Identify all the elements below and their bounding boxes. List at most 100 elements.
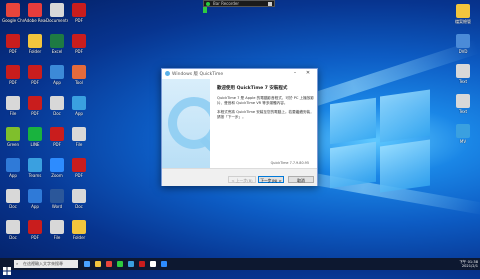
taskbar-app-icon[interactable] (84, 261, 90, 267)
desktop-icon[interactable]: File (46, 220, 68, 240)
file-icon (6, 65, 20, 79)
desktop-icon[interactable]: LINE (24, 127, 46, 147)
taskbar-app-icon[interactable] (139, 261, 145, 267)
taskbar-app-icon[interactable] (106, 261, 112, 267)
desktop-icon[interactable]: 檔案總管 (452, 4, 474, 24)
file-icon (28, 220, 42, 234)
desktop-icon[interactable]: Text (452, 94, 474, 114)
file-icon (50, 220, 64, 234)
desktop-icon[interactable]: MV (452, 124, 474, 144)
desktop-icon[interactable]: File (68, 127, 90, 147)
file-icon (72, 127, 86, 141)
back-button[interactable]: < 上一步(B) (228, 176, 256, 183)
cancel-button[interactable]: 取消 (288, 176, 314, 183)
desktop-icon[interactable]: App (68, 96, 90, 116)
desktop-icon-label: PDF (31, 111, 39, 116)
desktop-icon[interactable]: Documents (46, 3, 68, 23)
desktop-icon[interactable]: PDF (2, 65, 24, 85)
taskbar-app-icon[interactable] (128, 261, 134, 267)
desktop-icon[interactable]: PDF (24, 96, 46, 116)
file-icon (28, 65, 42, 79)
record-icon[interactable] (206, 2, 210, 6)
desktop-icon[interactable]: App (2, 158, 24, 178)
file-icon (456, 124, 470, 138)
desktop-icon[interactable]: File (2, 96, 24, 116)
desktop-icon[interactable]: PDF (68, 34, 90, 54)
file-icon (28, 158, 42, 172)
desktop-icon[interactable]: Tool (68, 65, 90, 85)
desktop-icon[interactable]: Text (452, 64, 474, 84)
desktop-icon[interactable]: PDF (24, 220, 46, 240)
desktop-icon-label: App (31, 204, 39, 209)
desktop-icon[interactable]: Doc (46, 96, 68, 116)
desktop-icon[interactable]: Folder (24, 34, 46, 54)
close-button[interactable]: ✕ (304, 70, 312, 77)
desktop-icon-label: File (53, 235, 61, 240)
desktop-icon[interactable]: Google Chrome (2, 3, 24, 23)
desktop-icon[interactable]: DVD (452, 34, 474, 54)
desktop-icon-label: PDF (9, 49, 17, 54)
minimize-button[interactable]: – (291, 70, 299, 77)
desktop-icon[interactable]: Word (46, 189, 68, 209)
taskbar-app-icon[interactable] (161, 261, 167, 267)
desktop-icon[interactable]: Doc (2, 220, 24, 240)
quicktime-icon (165, 71, 170, 76)
quicktime-installer-dialog: Windows 版 QuickTime – ✕ 歡迎使用 QuickTime 7… (161, 68, 318, 186)
taskbar-app-icon[interactable] (95, 261, 101, 267)
desktop-icon[interactable]: Teams (24, 158, 46, 178)
file-icon (6, 158, 20, 172)
desktop-icon[interactable]: Adobe Reader (24, 3, 46, 23)
taskbar: ⌕ 在這裡輸入文字來搜尋 下午 01:38 2021/2/1 (0, 258, 480, 275)
desktop-icon-label: PDF (31, 80, 39, 85)
next-button[interactable]: 下一步(N) > (258, 176, 284, 183)
file-icon (50, 34, 64, 48)
start-button[interactable] (3, 260, 11, 275)
desktop-icon-label: 檔案總管 (455, 19, 471, 24)
file-icon (72, 189, 86, 203)
desktop-icon[interactable]: PDF (68, 158, 90, 178)
desktop-icon-label: Tool (75, 80, 83, 85)
desktop-icon-label: PDF (31, 235, 39, 240)
desktop-icon[interactable]: PDF (2, 34, 24, 54)
desktop-icon[interactable]: App (46, 65, 68, 85)
desktop-icon-label: PDF (9, 80, 17, 85)
taskbar-app-icon[interactable] (150, 261, 156, 267)
file-icon (6, 34, 20, 48)
file-icon (72, 158, 86, 172)
desktop-icon-label: Text (458, 79, 468, 84)
file-icon (72, 3, 86, 17)
file-icon (28, 96, 42, 110)
desktop-icon-label: LINE (30, 142, 40, 147)
desktop-icon[interactable]: Folder (68, 220, 90, 240)
desktop-icon[interactable]: Excel (46, 34, 68, 54)
dialog-title: Windows 版 QuickTime (172, 72, 224, 77)
desktop-icon-label: Teams (28, 173, 42, 178)
tray-clock[interactable]: 下午 01:38 2021/2/1 (446, 260, 478, 268)
file-icon (72, 220, 86, 234)
desktop-icon[interactable]: Green (2, 127, 24, 147)
desktop-icon-label: Documents (46, 18, 68, 23)
welcome-heading: 歡迎使用 QuickTime 7 安裝程式 (217, 86, 288, 91)
desktop-icon-label: Doc (53, 111, 61, 116)
desktop-icon[interactable]: PDF (24, 65, 46, 85)
taskbar-app-icon[interactable] (117, 261, 123, 267)
desktop-icon[interactable]: PDF (46, 127, 68, 147)
desktop-icon-label: File (75, 142, 83, 147)
desktop-icon[interactable]: Doc (68, 189, 90, 209)
desktop-icon-label: Text (458, 109, 468, 114)
desktop-icon[interactable]: Zoom (46, 158, 68, 178)
desktop-icon-label: File (9, 111, 17, 116)
file-icon (72, 65, 86, 79)
desktop-icon[interactable]: Doc (2, 189, 24, 209)
desktop-icon-label: Doc (75, 204, 83, 209)
desktop-icon[interactable]: PDF (68, 3, 90, 23)
taskbar-search-box[interactable]: ⌕ 在這裡輸入文字來搜尋 (14, 260, 78, 268)
file-icon (456, 4, 470, 18)
file-icon (6, 96, 20, 110)
screen-recorder-toolbar[interactable]: Bar Recorder (203, 0, 275, 7)
desktop-icon[interactable]: App (24, 189, 46, 209)
close-icon[interactable] (268, 2, 272, 6)
file-icon (50, 96, 64, 110)
title-bar[interactable]: Windows 版 QuickTime – ✕ (162, 69, 317, 79)
windows-start-icon (3, 267, 11, 275)
